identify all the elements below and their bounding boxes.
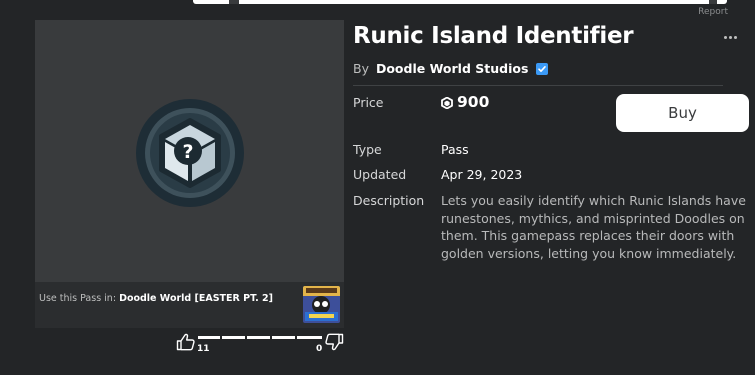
verified-badge-icon — [536, 63, 549, 75]
ad-banner[interactable] — [193, 0, 727, 4]
price-label: Price — [353, 95, 384, 110]
creator-line: By Doodle World Studios — [353, 61, 549, 76]
downvote-count: 0 — [316, 344, 323, 354]
updated-label: Updated — [353, 167, 407, 182]
use-pass-bar: Use this Pass in: Doodle World [EASTER P… — [35, 282, 344, 328]
price-amount: 900 — [457, 93, 490, 111]
thumbs-up-icon[interactable] — [176, 333, 196, 351]
by-label: By — [353, 61, 369, 76]
type-value: Pass — [441, 142, 469, 157]
price-value: 900 — [441, 93, 489, 111]
svg-text:?: ? — [182, 141, 193, 163]
game-link[interactable]: Doodle World [EASTER PT. 2] — [119, 293, 273, 304]
updated-value: Apr 29, 2023 — [441, 167, 523, 182]
item-thumbnail: ? — [35, 20, 344, 282]
description-text: Lets you easily identify which Runic Isl… — [441, 193, 746, 261]
mystery-box-icon: ? — [136, 99, 244, 207]
item-thumbnail-panel: ? Use this Pass in: Doodle World [EASTER… — [35, 20, 344, 328]
game-thumbnail-image — [303, 286, 340, 323]
item-title: Runic Island Identifier — [353, 23, 634, 49]
divider — [353, 85, 723, 86]
robux-icon — [441, 97, 453, 109]
use-pass-prefix: Use this Pass in: — [39, 293, 117, 304]
more-options-button[interactable] — [722, 33, 740, 43]
report-ad-link[interactable]: Report — [698, 7, 728, 17]
thumbs-down-icon[interactable] — [324, 333, 344, 351]
upvote-count: 11 — [197, 344, 210, 354]
vote-ratio-bar — [198, 336, 322, 339]
type-label: Type — [353, 142, 382, 157]
ellipsis-icon — [724, 36, 727, 39]
buy-button[interactable]: Buy — [616, 94, 749, 132]
vote-section: 11 0 — [176, 333, 346, 357]
description-label: Description — [353, 193, 425, 208]
game-thumbnail[interactable] — [303, 286, 340, 323]
item-details-page: Report ? Use this Pass in: Doodle World … — [0, 0, 755, 375]
use-pass-text: Use this Pass in: Doodle World [EASTER P… — [39, 293, 273, 304]
creator-link[interactable]: Doodle World Studios — [376, 61, 528, 76]
